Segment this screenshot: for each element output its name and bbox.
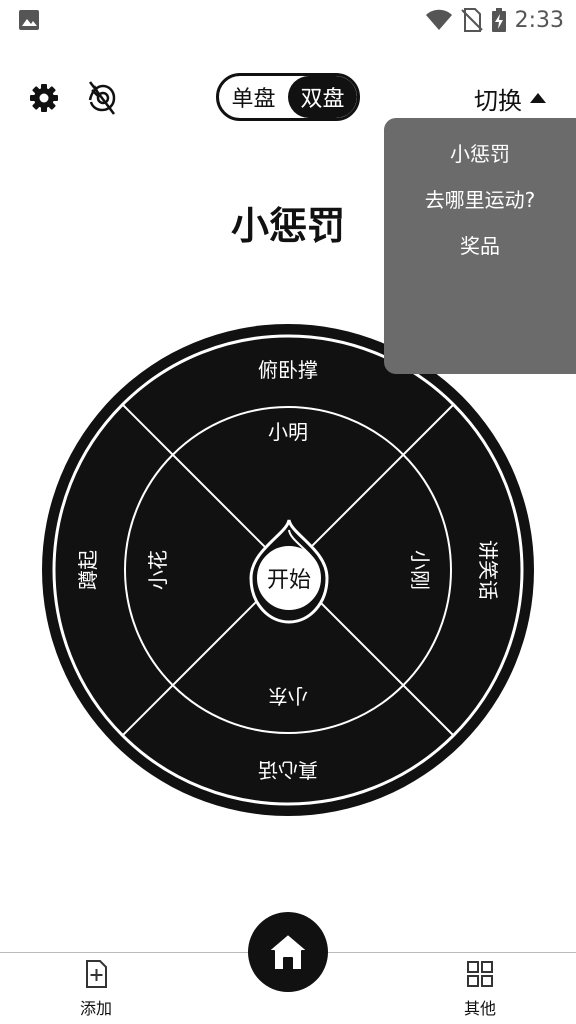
wheel-outer-label: 真心话 (258, 758, 318, 782)
wheel-outer-label: 蹲起 (76, 550, 100, 590)
wheel-inner-label: 小明 (268, 420, 308, 444)
dropdown-item-punishment[interactable]: 小惩罚 (384, 138, 576, 167)
wheel-outer-label: 讲笑话 (476, 540, 500, 600)
status-time: 2:33 (514, 7, 564, 33)
no-sim-icon (460, 8, 483, 32)
caret-up-icon (530, 93, 546, 103)
eye-off-icon[interactable] (84, 78, 120, 118)
status-bar: 2:33 (0, 0, 576, 40)
switch-label: 切换 (474, 86, 522, 115)
gear-icon[interactable] (28, 82, 60, 114)
nav-add-label: 添加 (79, 999, 112, 1018)
wheel-inner-label: 小花 (146, 550, 170, 590)
wheel-inner-label: 小刚 (408, 550, 432, 590)
nav-other-tab[interactable]: 其他 (440, 959, 520, 1021)
wheel-inner-label: 小东 (268, 684, 308, 708)
add-file-icon (86, 960, 107, 988)
home-icon (267, 933, 309, 971)
dropdown-item-prize[interactable]: 奖品 (384, 230, 576, 259)
switch-dropdown-menu: 小惩罚 去哪里运动? 奖品 (384, 118, 576, 374)
double-wheel-tab[interactable]: 双盘 (288, 76, 357, 118)
wheel-mode-toggle: 单盘 双盘 (216, 73, 360, 121)
wheel-outer-label: 俯卧撑 (258, 358, 318, 382)
single-wheel-tab[interactable]: 单盘 (219, 76, 288, 118)
nav-other-label: 其他 (463, 999, 496, 1018)
home-button[interactable] (248, 912, 328, 992)
dropdown-item-exercise[interactable]: 去哪里运动? (384, 184, 576, 213)
start-spin-label[interactable]: 开始 (249, 562, 329, 594)
battery-charging-icon (491, 8, 506, 32)
wifi-icon (425, 9, 452, 30)
switch-dropdown-button[interactable]: 切换 (474, 78, 546, 118)
gallery-icon (19, 10, 39, 30)
nav-add-tab[interactable]: 添加 (56, 959, 136, 1021)
grid-icon (467, 961, 493, 987)
